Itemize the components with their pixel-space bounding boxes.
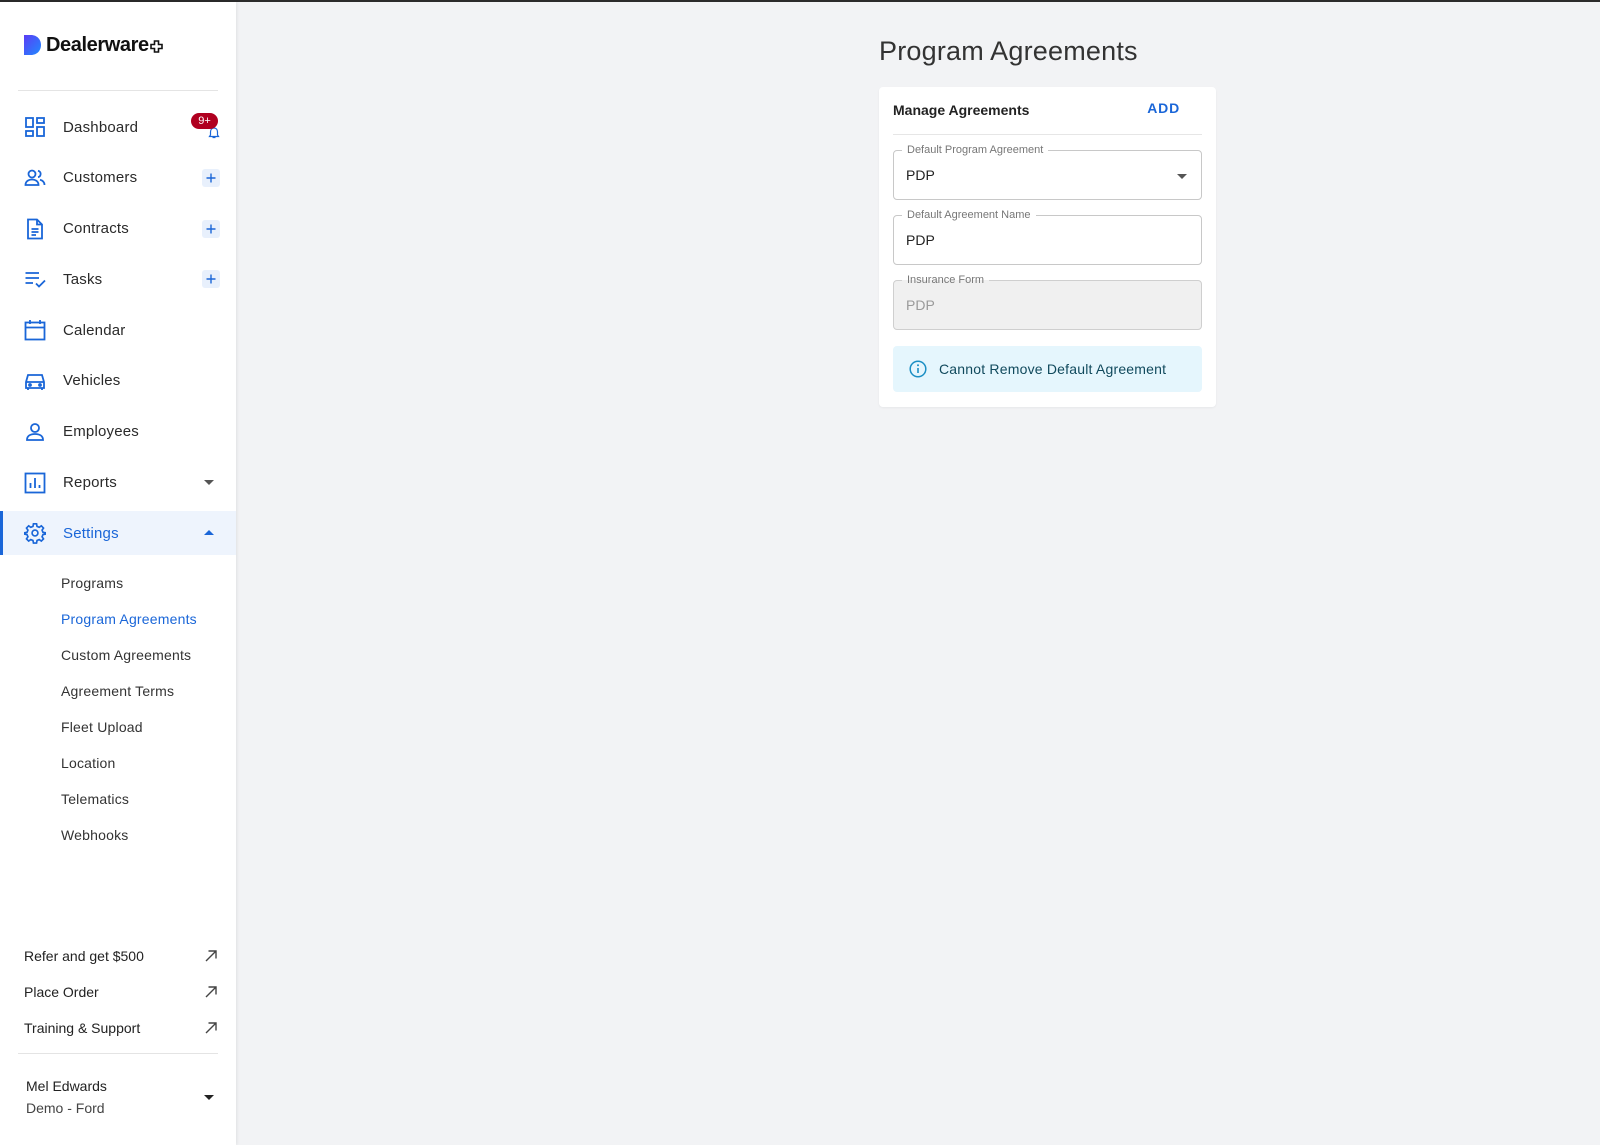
window-top-border <box>0 0 1600 2</box>
plus-icon <box>206 173 216 183</box>
dropdown-arrow-icon[interactable] <box>1177 174 1187 179</box>
nav-item-customers[interactable]: Customers <box>0 156 236 200</box>
nav-label: Contracts <box>63 220 129 238</box>
nav-item-settings[interactable]: Settings <box>0 511 236 556</box>
link-label: Training & Support <box>24 1020 141 1036</box>
subnav-item-location[interactable]: Location <box>0 745 236 781</box>
subnav-item-program-agreements[interactable]: Program Agreements <box>0 601 236 637</box>
insurance-form-field: Insurance Form PDP <box>893 273 1202 330</box>
info-icon <box>909 360 927 378</box>
field-value: PDP <box>906 297 935 313</box>
plus-icon <box>206 224 216 234</box>
default-agreement-name-input[interactable]: Default Agreement Name PDP <box>893 208 1202 265</box>
link-place-order[interactable]: Place Order <box>0 974 236 1010</box>
user-organization: Demo - Ford <box>26 1100 105 1116</box>
user-name: Mel Edwards <box>26 1078 107 1094</box>
default-program-agreement-select[interactable]: Default Program Agreement PDP <box>893 143 1202 200</box>
link-refer[interactable]: Refer and get $500 <box>0 938 236 974</box>
customers-icon <box>24 169 46 186</box>
link-label: Refer and get $500 <box>24 948 144 964</box>
chevron-down-icon[interactable] <box>204 479 214 485</box>
subnav-item-fleet-upload[interactable]: Fleet Upload <box>0 709 236 745</box>
field-value: PDP <box>906 232 935 248</box>
page-title: Program Agreements <box>879 36 1138 66</box>
nav-label: Reports <box>63 474 117 492</box>
notification-badge: 9+ <box>191 113 218 129</box>
employee-icon <box>26 422 44 441</box>
notifications[interactable]: 9+ <box>190 113 220 139</box>
subnav-item-custom-agreements[interactable]: Custom Agreements <box>0 637 236 673</box>
external-links: Refer and get $500 Place Order Training … <box>0 938 236 1046</box>
settings-subnav: Programs Program Agreements Custom Agree… <box>0 565 236 853</box>
dealerware-logo-mark-icon <box>24 35 41 55</box>
plus-icon <box>206 274 216 284</box>
add-task-button[interactable] <box>202 270 220 289</box>
field-label: Default Agreement Name <box>902 208 1036 222</box>
nav-item-contracts[interactable]: Contracts <box>0 207 236 251</box>
nav-label: Employees <box>63 423 140 441</box>
subnav-item-webhooks[interactable]: Webhooks <box>0 817 236 853</box>
external-arrow-icon <box>205 950 217 962</box>
subnav-item-agreement-terms[interactable]: Agreement Terms <box>0 673 236 709</box>
nav-item-calendar[interactable]: Calendar <box>0 308 236 352</box>
reports-icon <box>24 472 46 493</box>
add-customer-button[interactable] <box>202 168 220 187</box>
nav-item-vehicles[interactable]: Vehicles <box>0 359 236 403</box>
card-title: Manage Agreements <box>893 102 1030 118</box>
link-training-support[interactable]: Training & Support <box>0 1010 236 1046</box>
calendar-icon <box>24 320 46 341</box>
plus-outline-icon <box>149 40 163 53</box>
field-label: Default Program Agreement <box>902 143 1049 157</box>
nav-item-reports[interactable]: Reports <box>0 461 236 505</box>
card-header: Manage Agreements ADD <box>893 87 1202 135</box>
dealerware-logo[interactable]: Dealerware <box>22 32 163 58</box>
field-label: Insurance Form <box>902 273 990 287</box>
dashboard-icon <box>25 117 45 137</box>
primary-nav: Dashboard 9+ Customers Contracts Tasks C… <box>0 105 236 562</box>
brand-name: Dealerware <box>46 33 149 56</box>
tasks-icon <box>25 272 46 289</box>
gear-icon <box>24 523 46 545</box>
subnav-item-telematics[interactable]: Telematics <box>0 781 236 817</box>
nav-label: Customers <box>63 169 138 187</box>
field-value: PDP <box>906 167 935 183</box>
nav-item-tasks[interactable]: Tasks <box>0 257 236 301</box>
info-alert: Cannot Remove Default Agreement <box>893 346 1202 392</box>
external-arrow-icon <box>205 1022 217 1034</box>
manage-agreements-card: Manage Agreements ADD Default Program Ag… <box>879 87 1216 407</box>
nav-item-employees[interactable]: Employees <box>0 410 236 454</box>
nav-item-dashboard[interactable]: Dashboard 9+ <box>0 105 236 149</box>
chevron-up-icon[interactable] <box>204 530 214 536</box>
contracts-icon <box>27 218 43 239</box>
alert-message: Cannot Remove Default Agreement <box>939 361 1167 377</box>
chevron-down-icon <box>204 1095 214 1100</box>
add-agreement-button[interactable]: ADD <box>1147 100 1180 116</box>
user-menu[interactable]: Mel Edwards Demo - Ford <box>0 1072 236 1120</box>
external-arrow-icon <box>205 986 217 998</box>
link-label: Place Order <box>24 984 99 1000</box>
logo-divider <box>18 90 218 91</box>
nav-label: Vehicles <box>63 372 121 390</box>
nav-label: Dashboard <box>63 118 139 136</box>
nav-label: Settings <box>63 524 119 542</box>
subnav-item-programs[interactable]: Programs <box>0 565 236 601</box>
add-contract-button[interactable] <box>202 219 220 238</box>
sidebar: Dealerware Dashboard 9+ Customers Contra… <box>0 2 236 1145</box>
nav-label: Tasks <box>63 270 103 288</box>
vehicle-icon <box>25 374 45 390</box>
user-divider <box>18 1053 218 1054</box>
nav-label: Calendar <box>63 321 126 339</box>
